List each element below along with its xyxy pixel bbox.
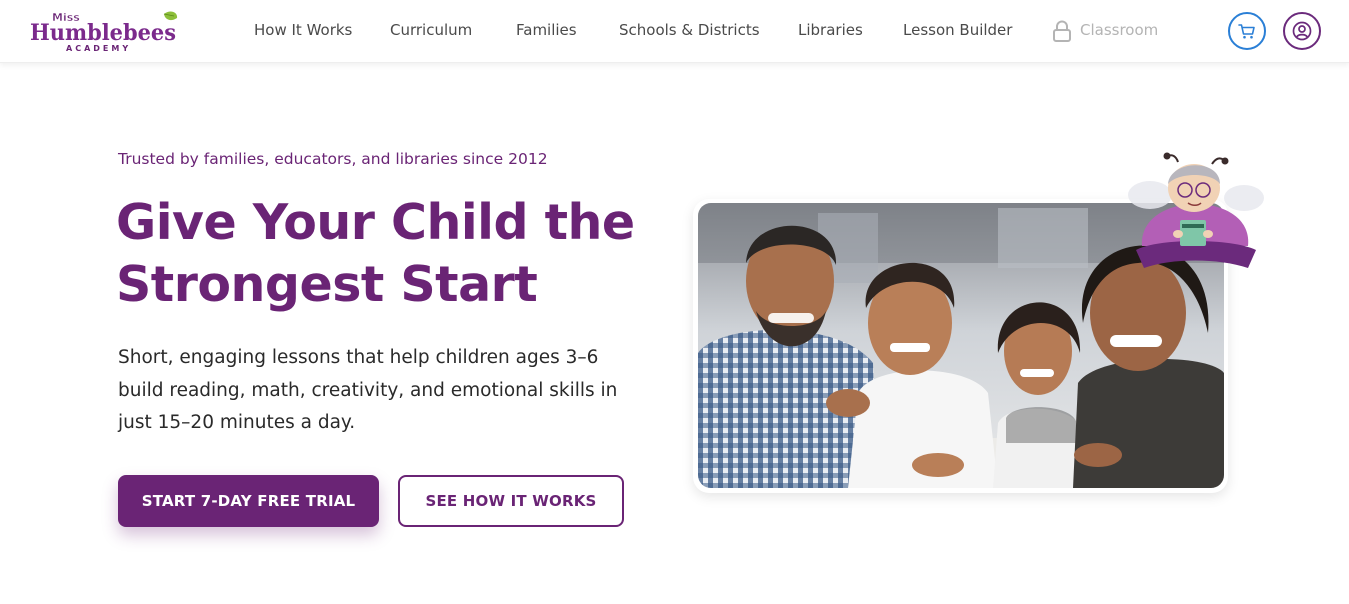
brand-logo[interactable]: Miss Humblebees ACADEMY [28,10,180,54]
hero-eyebrow: Trusted by families, educators, and libr… [118,150,548,168]
nav-families[interactable]: Families [516,21,577,39]
hero-headline-line1: Give Your Child the [116,194,635,251]
logo-graphic: Miss Humblebees ACADEMY [29,11,178,53]
hero-headline-line2: Strongest Start [116,256,538,313]
hero-subtext: Short, engaging lessons that help childr… [118,347,618,433]
hero-headline: Give Your Child the Strongest Start [116,192,676,316]
nav-libraries[interactable]: Libraries [798,21,863,39]
account-button[interactable] [1283,12,1321,50]
lock-icon [1052,20,1072,42]
logo-main-text: Humblebees [30,20,176,46]
nav-how-it-works[interactable]: How It Works [254,21,352,39]
nav-classroom[interactable]: Classroom [1080,21,1158,39]
see-how-it-works-button[interactable]: SEE HOW IT WORKS [398,475,624,527]
cart-icon [1238,24,1255,39]
nav-curriculum[interactable]: Curriculum [390,21,472,39]
cart-button[interactable] [1228,12,1266,50]
bee-mascot-illustration [1128,150,1266,278]
logo-sub-text: ACADEMY [66,44,131,53]
nav-schools-districts[interactable]: Schools & Districts [619,21,760,39]
top-nav-bar: Miss Humblebees ACADEMY How It Works Cur… [0,0,1349,63]
user-circle-icon [1292,21,1312,41]
start-free-trial-button[interactable]: START 7-DAY FREE TRIAL [118,475,379,527]
nav-lesson-builder[interactable]: Lesson Builder [903,21,1012,39]
